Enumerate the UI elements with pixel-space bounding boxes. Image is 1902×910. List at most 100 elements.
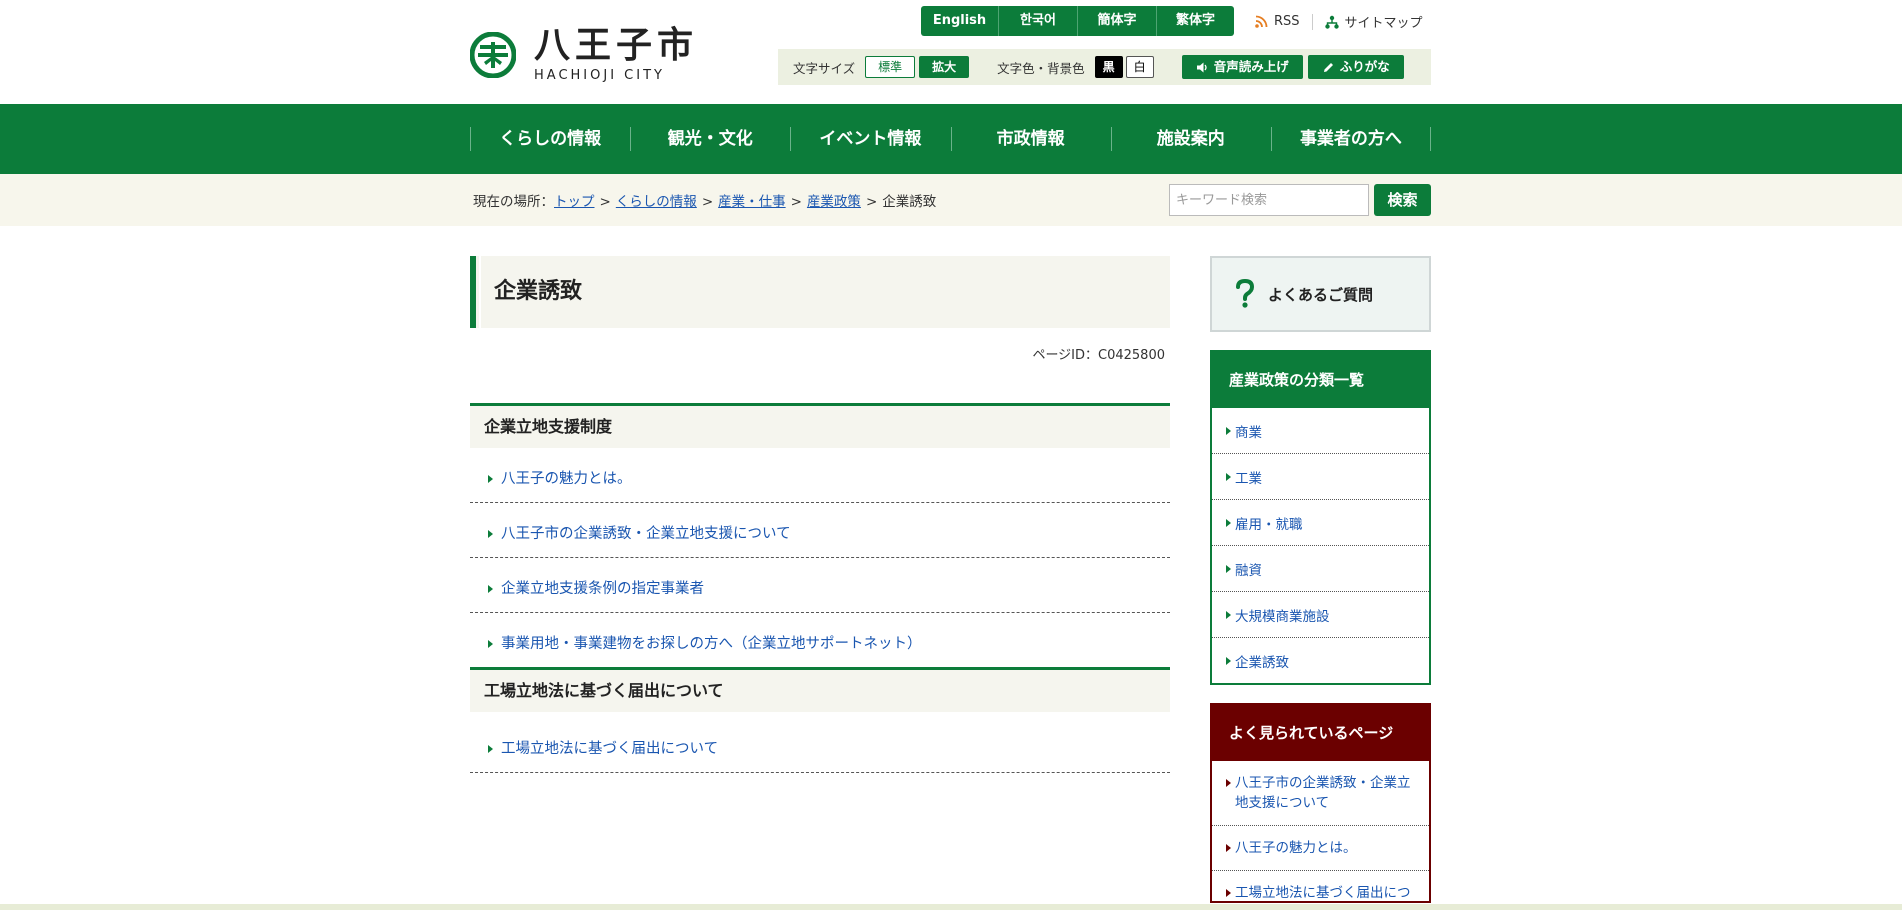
furigana-label: ふりがな [1339,59,1390,74]
section-link[interactable]: 八王子市の企業誘致・企業立地支援について [501,522,791,543]
section-link[interactable]: 企業立地支援条例の指定事業者 [501,577,704,598]
list-item: 八王子市の企業誘致・企業立地支援について [1212,761,1429,826]
breadcrumb-label: 現在の場所： [473,194,554,210]
text-size-standard-button[interactable]: 標準 [865,56,916,78]
section-link-list: 八王子の魅力とは。 八王子市の企業誘致・企業立地支援について 企業立地支援条例の… [470,448,1170,667]
breadcrumb-separator: > [701,194,714,210]
breadcrumb: 現在の場所：トップ > くらしの情報 > 産業・仕事 > 産業政策 > 企業誘致 [473,190,936,210]
lang-simplified-chinese-button[interactable]: 簡体字 [1078,6,1157,36]
breadcrumb-link-living[interactable]: くらしの情報 [616,194,697,210]
breadcrumb-link-industrial-policy[interactable]: 産業政策 [807,194,861,210]
list-item: 融資 [1212,546,1429,592]
popular-page-link[interactable]: 八王子の魅力とは。 [1235,840,1357,856]
color-label: 文字色・背景色 [997,60,1085,76]
list-item: 八王子市の企業誘致・企業立地支援について [470,503,1170,558]
category-link-large-commercial[interactable]: 大規模商業施設 [1235,605,1330,625]
section-location-support: 企業立地支援制度 八王子の魅力とは。 八王子市の企業誘致・企業立地支援について … [470,403,1170,667]
faq-label: よくあるご質問 [1268,285,1374,304]
rss-label: RSS [1274,14,1300,29]
category-list-heading: 産業政策の分類一覧 [1212,352,1429,408]
list-item: 工場立地法に基づく届出について [1212,871,1429,901]
color-black-button[interactable]: 黒 [1094,56,1123,78]
faq-link[interactable]: よくあるご質問 [1210,256,1431,332]
breadcrumb-separator: > [790,194,802,210]
read-aloud-label: 音声読み上げ [1213,59,1289,74]
divider [1311,13,1313,30]
section-link-list: 工場立地法に基づく届出について [470,712,1170,773]
category-link-employment[interactable]: 雇用・就職 [1235,513,1303,533]
main-content: 企業誘致 ページID：C0425800 企業立地支援制度 八王子の魅力とは。 八… [470,256,1170,773]
read-aloud-button[interactable]: 音声読み上げ [1181,55,1303,79]
accessibility-toolbar: 文字サイズ 標準 拡大 文字色・背景色 黒 白 音声読み上げ ふりがな [778,49,1431,85]
list-item: 商業 [1212,408,1429,454]
speaker-icon [1196,62,1207,72]
triangle-bullet-icon [488,640,493,648]
breadcrumb-current: 企業誘致 [882,194,937,210]
popular-pages-panel: よく見られているページ 八王子市の企業誘致・企業立地支援について 八王子の魅力と… [1210,703,1431,903]
breadcrumb-link-top[interactable]: トップ [554,194,595,210]
lang-traditional-chinese-button[interactable]: 繁体字 [1157,6,1234,36]
question-mark-icon [1236,279,1255,308]
nav-tourism-culture[interactable]: 観光・文化 [630,104,790,174]
triangle-bullet-icon [1226,657,1231,665]
rss-icon [1255,15,1268,28]
triangle-bullet-icon [1226,565,1231,573]
category-list-panel: 産業政策の分類一覧 商業 工業 雇用・就職 融資 大規模商業施設 企業誘致 [1210,350,1431,685]
breadcrumb-link-industry-work[interactable]: 産業・仕事 [718,194,786,210]
nav-facilities[interactable]: 施設案内 [1110,104,1271,174]
nav-business[interactable]: 事業者の方へ [1270,104,1432,174]
text-size-label: 文字サイズ [793,60,856,76]
category-link-industry[interactable]: 工業 [1235,467,1262,487]
section-link[interactable]: 工場立地法に基づく届出について [501,737,718,758]
sitemap-link[interactable]: サイトマップ [1324,12,1423,31]
popular-page-link[interactable]: 八王子市の企業誘致・企業立地支援について [1235,775,1411,811]
section-link[interactable]: 事業用地・事業建物をお探しの方へ（企業立地サポートネット） [501,632,922,653]
category-link-commerce[interactable]: 商業 [1235,421,1262,441]
language-switcher: English 한국어 簡体字 繁体字 [921,6,1234,36]
triangle-bullet-icon [1226,473,1231,481]
breadcrumb-separator: > [599,194,611,210]
list-item: 工場立地法に基づく届出について [470,712,1170,773]
page-title: 企業誘致 [494,279,583,304]
nav-living-info[interactable]: くらしの情報 [470,104,630,174]
sitemap-icon [1324,15,1339,29]
triangle-bullet-icon [1226,889,1231,897]
lang-korean-button[interactable]: 한국어 [999,6,1078,36]
section-link[interactable]: 八王子の魅力とは。 [501,467,632,488]
rss-link[interactable]: RSS [1255,14,1300,29]
furigana-button[interactable]: ふりがな [1307,55,1404,79]
list-item: 事業用地・事業建物をお探しの方へ（企業立地サポートネット） [470,613,1170,667]
logo-subtitle: HACHIOJI CITY [534,68,665,83]
section-heading: 企業立地支援制度 [470,403,1170,448]
nav-events[interactable]: イベント情報 [790,104,950,174]
list-item: 雇用・就職 [1212,500,1429,546]
pencil-icon [1323,62,1333,72]
text-size-large-button[interactable]: 拡大 [919,56,970,78]
lang-english-button[interactable]: English [921,6,999,36]
list-item: 八王子の魅力とは。 [1212,826,1429,871]
category-link-financing[interactable]: 融資 [1235,559,1262,579]
section-factory-location-act: 工場立地法に基づく届出について 工場立地法に基づく届出について [470,667,1170,773]
site-logo-link[interactable]: 八王子市 HACHIOJI CITY [470,26,698,84]
hachioji-emblem-icon [470,32,516,78]
list-item: 工業 [1212,454,1429,500]
header-utility-links: RSS サイトマップ [1255,12,1423,31]
triangle-bullet-icon [488,475,493,483]
popular-page-link[interactable]: 工場立地法に基づく届出について [1235,885,1411,901]
category-list: 商業 工業 雇用・就職 融資 大規模商業施設 企業誘致 [1212,408,1429,683]
page-title-box: 企業誘致 [470,256,1170,328]
search-button[interactable]: 検索 [1374,184,1431,216]
triangle-bullet-icon [1226,779,1231,787]
triangle-bullet-icon [488,745,493,753]
sitemap-label: サイトマップ [1344,16,1423,31]
category-link-business-attraction[interactable]: 企業誘致 [1235,651,1289,671]
list-item: 八王子の魅力とは。 [470,448,1170,503]
color-white-button[interactable]: 白 [1125,56,1154,78]
section-heading: 工場立地法に基づく届出について [470,667,1170,712]
breadcrumb-separator: > [865,194,878,210]
list-item: 企業誘致 [1212,638,1429,683]
triangle-bullet-icon [1226,611,1231,619]
breadcrumb-bar: 現在の場所：トップ>くらしの情報>産業・仕事>産業政策>企業誘致 検索 [0,174,1902,226]
nav-city-administration[interactable]: 市政情報 [950,104,1111,174]
search-input[interactable] [1169,184,1369,216]
